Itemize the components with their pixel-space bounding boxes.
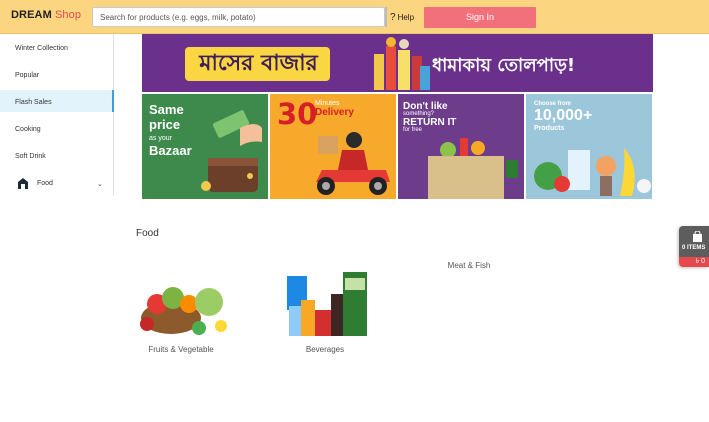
category-label: Beverages: [305, 345, 345, 354]
promo-banner-top[interactable]: মাসের বাজার ধামাকায় তোলপাড়!: [142, 34, 653, 92]
beverages-image: [287, 272, 367, 336]
sidebar-item-label: Cooking: [15, 126, 41, 133]
brand-name-part1: DREAM: [11, 9, 52, 21]
help-label: Help: [397, 13, 415, 22]
chevron-down-icon[interactable]: ⌄: [97, 180, 103, 188]
promo-tile-same-price[interactable]: Same price as your Bazaar: [142, 94, 268, 199]
sidebar-item-label: Food: [37, 180, 53, 187]
signin-button[interactable]: Sign In: [424, 7, 536, 28]
food-icon: [18, 178, 28, 189]
grocery-products-image: [374, 37, 430, 90]
category-card-fruits-vegetable[interactable]: Fruits & Vegetable: [121, 258, 241, 358]
floating-cart[interactable]: 0 ITEMS ৳ 0: [679, 226, 709, 267]
grocery-bag-image: [428, 138, 518, 199]
tile-heading: Delivery: [315, 107, 354, 118]
banner-subtitle: ধামাকায় তোলপাড়!: [432, 55, 576, 76]
category-sidebar: Winter Collection Popular Flash Sales Co…: [0, 34, 114, 196]
promo-tile-return[interactable]: Don't like something? RETURN IT for free: [398, 94, 524, 199]
category-card-beverages[interactable]: Beverages: [265, 258, 385, 358]
tile-small-text: Products: [534, 125, 565, 132]
brand-name-part2: Shop: [55, 9, 82, 21]
sidebar-item-food[interactable]: Food ⌄: [0, 171, 114, 193]
banner-title: মাসের বাজার: [199, 51, 318, 76]
cart-items-count: 0 ITEMS: [682, 245, 706, 251]
search-divider: [385, 7, 387, 27]
shopping-bag-icon: [693, 231, 702, 242]
category-label: Fruits & Vegetable: [148, 345, 214, 354]
tile-heading: 10,000+: [534, 107, 593, 124]
tile-line: Same: [149, 102, 184, 117]
question-icon: ?: [390, 12, 396, 23]
sidebar-item-soft-drink[interactable]: Soft Drink: [0, 144, 114, 166]
search-input[interactable]: Search for products (e.g. eggs, milk, po…: [92, 7, 385, 27]
help-button[interactable]: ? Help: [390, 12, 414, 23]
sidebar-item-label: Winter Collection: [15, 45, 68, 52]
promo-tile-products[interactable]: Choose from 10,000+ Products: [526, 94, 652, 199]
tile-heading: Same price: [149, 102, 184, 132]
tile-line: price: [149, 117, 181, 132]
sidebar-item-label: Soft Drink: [15, 153, 46, 160]
category-label: Meat & Fish: [447, 261, 491, 270]
tile-small-text: as your: [149, 135, 172, 142]
sidebar-item-winter-collection[interactable]: Winter Collection: [0, 36, 114, 58]
sidebar-item-flash-sales[interactable]: Flash Sales: [0, 90, 114, 112]
tile-number: 30: [277, 97, 318, 131]
promo-tile-delivery[interactable]: 30 Minutes Delivery: [270, 94, 396, 199]
tile-heading: Bazaar: [149, 143, 192, 158]
tile-small-text: Minutes: [315, 100, 340, 107]
fruits-vegetable-image: [140, 287, 227, 335]
sidebar-item-label: Popular: [15, 72, 40, 79]
sidebar-item-popular[interactable]: Popular: [0, 63, 114, 85]
sidebar-item-label: Flash Sales: [15, 99, 52, 106]
fresh-produce-image: [534, 148, 651, 196]
section-title: Food: [136, 228, 159, 239]
category-card-meat-fish[interactable]: Meat & Fish: [409, 258, 529, 358]
sidebar-item-cooking[interactable]: Cooking: [0, 117, 114, 139]
tile-small-text: for free: [403, 127, 423, 133]
delivery-scooter-image: [316, 132, 390, 195]
cart-total: ৳ 0: [679, 257, 709, 267]
cart-summary: 0 ITEMS: [679, 226, 709, 257]
brand-logo[interactable]: DREAM Shop: [11, 9, 81, 21]
top-header: DREAM Shop Search for products (e.g. egg…: [0, 0, 709, 34]
wallet-money-image: [201, 110, 262, 192]
